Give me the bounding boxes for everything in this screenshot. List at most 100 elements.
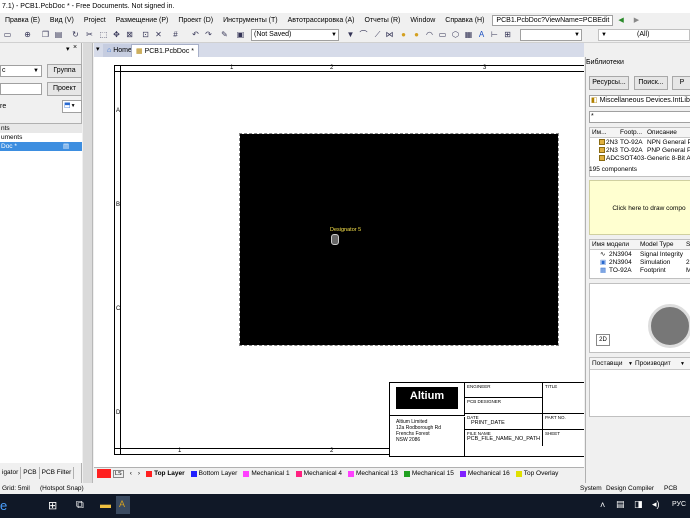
track-icon[interactable]: ⟋ (372, 29, 383, 40)
deselect-icon[interactable]: ⊠ (124, 29, 135, 40)
cross-probe-icon[interactable]: ✕ (153, 29, 164, 40)
component-row[interactable]: 2N3 TO-92A PNP General P (590, 147, 690, 155)
menu-place[interactable]: Размещение (P) (111, 17, 174, 24)
pad-icon[interactable]: ● (411, 29, 422, 40)
tab-layer-top[interactable]: Top Layer (143, 470, 188, 477)
volume-icon[interactable]: ◂) (652, 499, 660, 510)
tab-pcb[interactable]: PCB (21, 467, 39, 479)
layer-set-combo[interactable]: ▼ (520, 29, 582, 41)
status-tab-system[interactable]: System (580, 483, 602, 494)
paste-icon[interactable]: ▤ (53, 29, 64, 40)
scroll-right-icon[interactable]: › (135, 470, 143, 477)
menu-window[interactable]: Window (405, 17, 440, 24)
tab-layer-bottom[interactable]: Bottom Layer (188, 470, 241, 477)
component-row[interactable]: 2N3 TO-92A NPN General P (590, 139, 690, 147)
address-field[interactable]: PCB1.PcbDoc?ViewName=PCBEdit (492, 15, 613, 26)
view-options-button[interactable]: ⬒▼ (62, 100, 82, 113)
tree-item-pcbdoc[interactable]: Doc * ▤ (0, 142, 82, 151)
text-icon[interactable]: A (476, 29, 487, 40)
tab-layer-mech15[interactable]: Mechanical 15 (401, 470, 457, 477)
grid-icon[interactable]: # (170, 29, 181, 40)
all-filter-combo[interactable]: ▼ (All) (598, 29, 690, 41)
dimension-icon[interactable]: ⊢ (489, 29, 500, 40)
group-button[interactable]: Группа (47, 64, 82, 78)
zoom-icon[interactable]: ⊕ (22, 29, 33, 40)
via-icon[interactable]: ● (398, 29, 409, 40)
language-icon[interactable]: ▤ (616, 499, 625, 510)
component-footprint[interactable] (331, 234, 339, 245)
board-view-icon[interactable]: ▣ (235, 29, 246, 40)
align-icon[interactable]: ⊡ (140, 29, 151, 40)
tab-pcb1[interactable]: ▦ PCB1.PcbDoc * (131, 44, 199, 57)
view-2d-button[interactable]: 2D (596, 334, 610, 346)
rotate-icon[interactable]: ↻ (70, 29, 81, 40)
search-button[interactable]: Поиск... (634, 76, 668, 90)
pcb-canvas[interactable]: 1 2 3 A B C D 1 2 3 Designator 5 Altium … (94, 57, 584, 467)
pencil-icon[interactable]: ✎ (219, 29, 230, 40)
menu-view[interactable]: Вид (V) (45, 17, 79, 24)
back-icon[interactable]: ◀ (613, 16, 628, 24)
arc-icon[interactable]: ◠ (424, 29, 435, 40)
footprint-preview[interactable]: 2D (589, 283, 690, 353)
menu-project[interactable]: Project (79, 17, 111, 24)
menu-autoroute[interactable]: Автотрассировка (A) (283, 17, 360, 24)
tree-item-documents[interactable]: uments (0, 133, 82, 142)
panel-splitter[interactable] (83, 43, 93, 483)
model-row[interactable]: ▦ TO-92A Footprint M (590, 267, 690, 275)
start-windows-icon[interactable]: ⊞ (48, 499, 57, 512)
redo-icon[interactable]: ↷ (203, 29, 214, 40)
undo-icon[interactable]: ↶ (190, 29, 201, 40)
model-row[interactable]: ∿ 2N3904 Signal Integrity (590, 251, 690, 259)
place-button[interactable]: Р (672, 76, 690, 90)
task-view-icon[interactable]: ⧉ (76, 499, 84, 512)
pin-icon[interactable]: ▾ (66, 45, 70, 53)
tab-pcb-filter[interactable]: PCB Filter (40, 467, 75, 479)
status-tab-design-compiler[interactable]: Design Compiler (606, 483, 654, 494)
project-button[interactable]: Проект (47, 82, 82, 96)
menu-help[interactable]: Справка (H) (440, 17, 489, 24)
edge-icon[interactable]: e (0, 498, 7, 513)
room-icon[interactable]: ⊞ (502, 29, 513, 40)
tab-layer-mech1[interactable]: Mechanical 1 (240, 470, 292, 477)
scroll-left-icon[interactable]: ‹ (127, 470, 135, 477)
menu-reports[interactable]: Отчеты (R) (360, 17, 406, 24)
tab-layer-top-overlay[interactable]: Top Overlay (513, 470, 562, 477)
chevron-down-icon[interactable]: ▼ (628, 358, 633, 370)
menu-tools[interactable]: Инструменты (T) (218, 17, 283, 24)
select-icon[interactable]: ⬚ (98, 29, 109, 40)
chevron-up-icon[interactable]: ˄ (600, 500, 605, 510)
forward-icon[interactable]: ▶ (629, 16, 644, 24)
keyboard-language[interactable]: РУС (672, 501, 686, 508)
close-icon[interactable]: × (73, 44, 77, 51)
component-row[interactable]: ADC SOT403- Generic 8-Bit A (590, 155, 690, 163)
file-explorer-icon[interactable]: ▬ (100, 499, 111, 511)
tabs-menu-icon[interactable]: ▾ (96, 45, 100, 53)
project-field[interactable] (0, 83, 42, 95)
tab-layer-mech16[interactable]: Mechanical 16 (457, 470, 513, 477)
polygon-icon[interactable]: ⬡ (450, 29, 461, 40)
route-icon[interactable]: ⌒ (358, 29, 369, 40)
tab-layer-mech4[interactable]: Mechanical 4 (293, 470, 345, 477)
altium-taskbar-icon[interactable]: A (116, 496, 130, 514)
move-icon[interactable]: ✥ (111, 29, 122, 40)
menu-design[interactable]: Проект (D) (173, 17, 218, 24)
status-tab-pcb[interactable]: PCB (664, 483, 677, 494)
draw-component-hint[interactable]: Click here to draw compo (589, 180, 690, 235)
workspace-combo[interactable]: с ▼ (0, 65, 42, 77)
board-outline[interactable]: Designator 5 (240, 134, 558, 345)
tab-navigator[interactable]: igator (0, 467, 21, 479)
filter-icon[interactable]: ▼ (345, 29, 356, 40)
open-folder-icon[interactable]: ▭ (2, 29, 13, 40)
network-icon[interactable]: ◨ (634, 499, 643, 510)
library-combo[interactable]: ◧ Miscellaneous Devices.IntLib (589, 95, 690, 107)
net-icon[interactable]: ⋈ (384, 29, 395, 40)
cut-icon[interactable]: ✂ (84, 29, 95, 40)
resources-button[interactable]: Ресурсы... (589, 76, 629, 90)
fill-icon[interactable]: ▭ (437, 29, 448, 40)
tab-layer-mech13[interactable]: Mechanical 13 (345, 470, 401, 477)
menu-edit[interactable]: Правка (E) (0, 17, 45, 24)
region-icon[interactable]: ▦ (463, 29, 474, 40)
copy-icon[interactable]: ❐ (40, 29, 51, 40)
model-row[interactable]: ▣ 2N3904 Simulation 2 (590, 259, 690, 267)
designator-label[interactable]: Designator 5 (330, 227, 361, 233)
